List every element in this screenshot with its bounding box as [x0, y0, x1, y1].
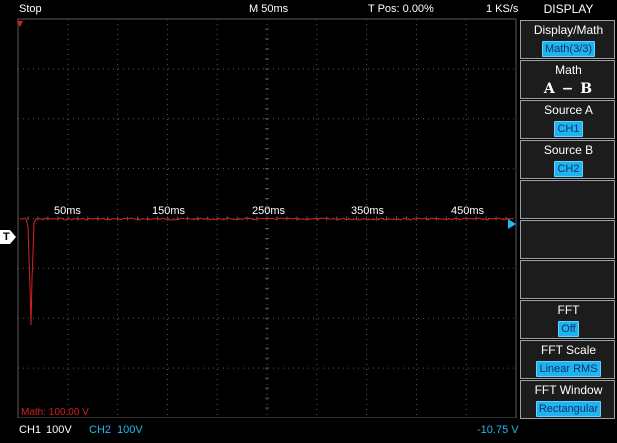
menu-empty-slot	[520, 180, 615, 219]
menu-item-value: Rectangular	[535, 401, 602, 417]
menu-source-a[interactable]: Source A CH1	[520, 100, 615, 139]
time-label: 250ms	[252, 205, 286, 217]
menu-empty-slot	[520, 220, 615, 259]
time-label: 450ms	[451, 205, 485, 217]
sample-rate-readout: 1 KS/s	[486, 3, 519, 15]
menu-item-label: Math	[555, 63, 582, 77]
time-label: 50ms	[54, 205, 81, 217]
ch1-scale: 100V	[46, 424, 72, 436]
waveform-grid	[17, 18, 517, 418]
menu-title: DISPLAY	[543, 2, 594, 16]
ch2-label: CH2	[89, 424, 112, 436]
time-label: 150ms	[152, 205, 186, 217]
menu-display-math[interactable]: Display/Math Math(3/3)	[520, 20, 615, 59]
ch2-scale: 100V	[117, 424, 143, 436]
trigger-level-readout: -10.75 V	[477, 424, 519, 436]
status-bar: Stop M 50ms T Pos: 0.00% 1 KS/s	[0, 0, 520, 18]
menu-math-operation[interactable]: Math A − B	[520, 60, 615, 99]
menu-item-value: Math(3/3)	[541, 41, 596, 57]
waveform-display: 50ms 150ms 250ms 350ms 450ms T Math: 100…	[0, 18, 520, 418]
menu-item-label: FFT Window	[534, 383, 603, 397]
menu-fft-window[interactable]: FFT Window Rectangular	[520, 380, 615, 419]
display-menu: DISPLAY Display/Math Math(3/3) Math A − …	[520, 0, 617, 443]
trigger-position-readout: T Pos: 0.00%	[368, 3, 434, 15]
menu-item-value: Off	[558, 321, 579, 337]
math-scale-readout: Math: 100.00 V	[21, 407, 89, 418]
menu-item-value: Linear RMS	[536, 361, 601, 377]
menu-fft[interactable]: FFT Off	[520, 300, 615, 339]
menu-item-label: Source A	[544, 103, 593, 117]
trigger-level-marker	[508, 219, 516, 229]
menu-item-label: Display/Math	[533, 23, 604, 37]
timebase-readout: M 50ms	[249, 3, 289, 15]
time-label: 350ms	[351, 205, 385, 217]
menu-item-value: CH2	[554, 161, 583, 177]
trigger-label: T	[3, 231, 10, 243]
menu-item-label: Source B	[543, 143, 594, 157]
trigger-marker: T	[0, 230, 16, 244]
menu-item-label: FFT	[557, 303, 580, 317]
menu-item-label: FFT Scale	[540, 343, 597, 357]
channel-bar: CH1 100V CH2 100V -10.75 V	[0, 420, 520, 443]
ch1-label: CH1	[19, 424, 42, 436]
menu-item-value: A − B	[543, 81, 594, 97]
oscilloscope-screen: Stop M 50ms T Pos: 0.00% 1 KS/s 50ms 150…	[0, 0, 617, 443]
menu-empty-slot	[520, 260, 615, 299]
menu-item-value: CH1	[554, 121, 583, 137]
menu-source-b[interactable]: Source B CH2	[520, 140, 615, 179]
menu-fft-scale[interactable]: FFT Scale Linear RMS	[520, 340, 615, 379]
run-state: Stop	[19, 3, 42, 15]
